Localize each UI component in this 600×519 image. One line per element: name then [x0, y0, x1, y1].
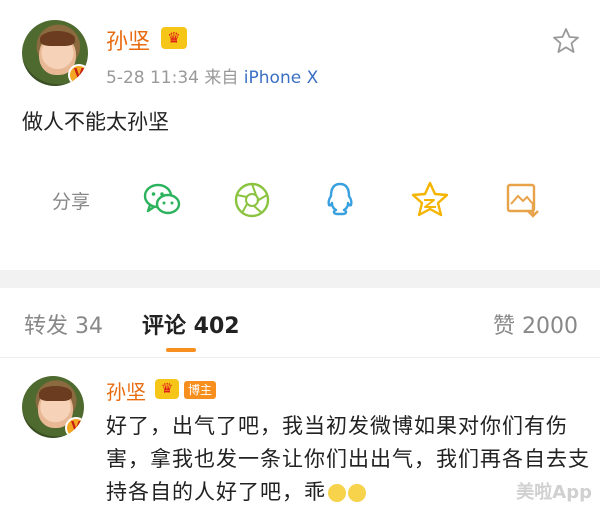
post-source-prefix: 来自: [204, 68, 239, 88]
verified-v-icon: V: [68, 64, 88, 86]
watermark: 美啦App: [516, 482, 592, 503]
star-icon[interactable]: [552, 27, 580, 55]
avatar-hair: [40, 30, 75, 47]
weibo-post: V 孙坚 ♛ 5-28 11:34 来自 iPhone X 做人不能太孙坚 分享: [0, 0, 600, 270]
post-source[interactable]: iPhone X: [244, 68, 318, 88]
section-divider: [0, 270, 600, 288]
avatar[interactable]: V: [22, 20, 88, 86]
save-image-icon[interactable]: [503, 180, 543, 220]
share-label: 分享: [52, 191, 91, 213]
moments-icon[interactable]: [232, 180, 272, 220]
tab-comments[interactable]: 评论 402: [142, 308, 240, 340]
post-text: 做人不能太孙坚: [22, 110, 169, 134]
hug-emoji: [328, 484, 346, 502]
comment-avatar[interactable]: V: [22, 376, 84, 438]
avatar-hair: [39, 385, 72, 401]
post-username[interactable]: 孙坚: [106, 24, 150, 56]
post-meta: 5-28 11:34 来自 iPhone X: [106, 63, 318, 88]
verified-v-icon: V: [65, 417, 84, 438]
qzone-icon[interactable]: [410, 180, 450, 220]
active-tab-indicator: [166, 348, 196, 352]
wechat-icon[interactable]: [142, 180, 182, 220]
tab-likes[interactable]: 赞 2000: [493, 308, 578, 340]
comment-username[interactable]: 孙坚: [106, 376, 146, 405]
interaction-tabs: 转发 34 评论 402 赞 2000: [0, 288, 600, 358]
post-timestamp: 5-28 11:34: [106, 68, 199, 88]
tab-repost[interactable]: 转发 34: [24, 308, 103, 340]
qq-icon[interactable]: [320, 180, 360, 220]
crown-icon[interactable]: ♛: [161, 27, 187, 49]
hug-emoji: [348, 484, 366, 502]
crown-icon[interactable]: ♛: [155, 379, 179, 399]
author-tag: 博主: [184, 381, 217, 399]
